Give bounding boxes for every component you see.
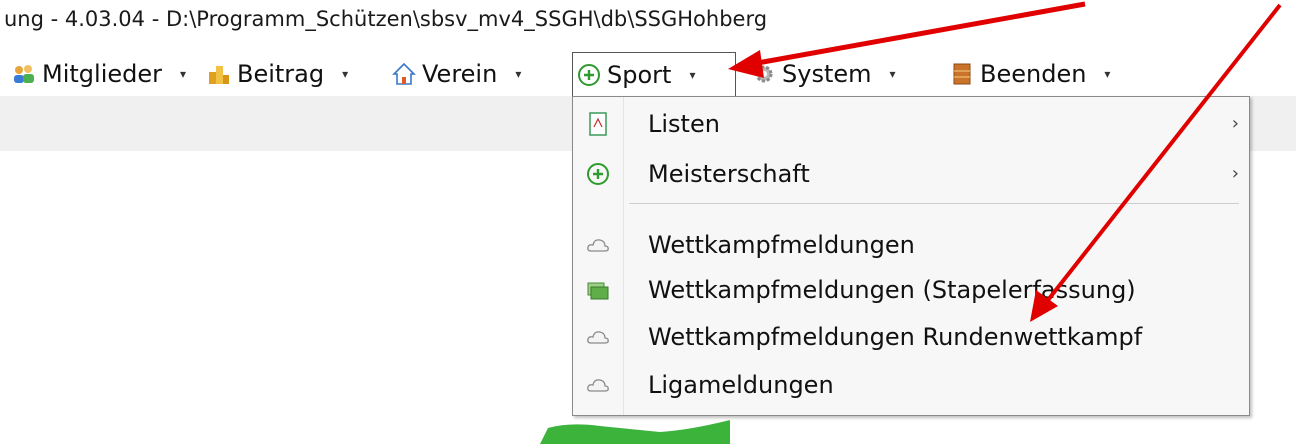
document-icon <box>589 112 607 136</box>
menu-bar: Mitglieder ▾ Beitrag ▾ Verein ▾ Sport ▾ … <box>0 52 1296 96</box>
menu-beenden-label: Beenden <box>980 60 1087 88</box>
menu-item-wettkampfmeldungen-stapelerfassung[interactable]: Wettkampfmeldungen (Stapelerfassung) <box>573 268 1249 312</box>
plus-circle-icon <box>587 163 609 185</box>
chevron-down-icon: ▾ <box>342 67 349 81</box>
menu-item-meisterschaft[interactable]: Meisterschaft › <box>573 152 1249 196</box>
menu-item-label: Wettkampfmeldungen <box>648 231 915 259</box>
cloud-icon <box>587 379 609 392</box>
chevron-down-icon: ▾ <box>180 67 187 81</box>
menu-item-label: Listen <box>648 110 720 138</box>
menu-item-wettkampfmeldungen-rundenwettkampf[interactable]: Wettkampfmeldungen Rundenwettkampf <box>573 315 1249 359</box>
menu-item-wettkampfmeldungen[interactable]: Wettkampfmeldungen <box>573 223 1249 267</box>
submenu-arrow-icon: › <box>1231 163 1239 184</box>
chevron-down-icon: ▾ <box>1104 67 1111 81</box>
green-background-shape <box>540 420 730 444</box>
menu-item-label: Ligameldungen <box>648 371 834 399</box>
coins-icon <box>209 66 229 84</box>
menu-beitrag-label: Beitrag <box>237 60 325 88</box>
menu-item-ligameldungen[interactable]: Ligameldungen <box>573 363 1249 407</box>
menu-beenden[interactable]: Beenden ▾ <box>950 52 1110 96</box>
menu-sport-label: Sport <box>607 60 672 89</box>
menu-mitglieder[interactable]: Mitglieder ▾ <box>12 52 186 96</box>
menu-separator <box>629 203 1239 204</box>
menu-beitrag[interactable]: Beitrag ▾ <box>207 52 348 96</box>
menu-system[interactable]: System ▾ <box>752 52 896 96</box>
menu-item-label: Wettkampfmeldungen Rundenwettkampf <box>648 323 1143 351</box>
sport-dropdown-menu: Listen › Meisterschaft › Wettkampfmeldun… <box>572 96 1250 416</box>
submenu-arrow-icon: › <box>1231 113 1239 134</box>
window-title: ung - 4.03.04 - D:\Programm_Schützen\sbs… <box>0 0 1296 38</box>
chevron-down-icon: ▾ <box>689 67 696 82</box>
cloud-icon <box>587 239 609 252</box>
cloud-icon <box>587 331 609 344</box>
members-icon <box>14 65 34 83</box>
menu-verein-label: Verein <box>422 60 498 88</box>
chevron-down-icon: ▾ <box>515 67 522 81</box>
house-icon <box>392 62 416 85</box>
door-icon <box>953 63 971 85</box>
chevron-down-icon: ▾ <box>889 67 896 81</box>
menu-item-listen[interactable]: Listen › <box>573 102 1249 146</box>
folders-icon <box>587 282 609 300</box>
menu-item-label: Wettkampfmeldungen (Stapelerfassung) <box>648 276 1136 304</box>
menu-mitglieder-label: Mitglieder <box>42 60 162 88</box>
menu-verein[interactable]: Verein ▾ <box>392 52 521 96</box>
plus-circle-icon <box>578 63 600 86</box>
menu-item-label: Meisterschaft <box>648 160 810 188</box>
menu-sport[interactable]: Sport ▾ <box>572 52 736 96</box>
menu-system-label: System <box>782 60 872 88</box>
gear-icon <box>755 65 773 83</box>
